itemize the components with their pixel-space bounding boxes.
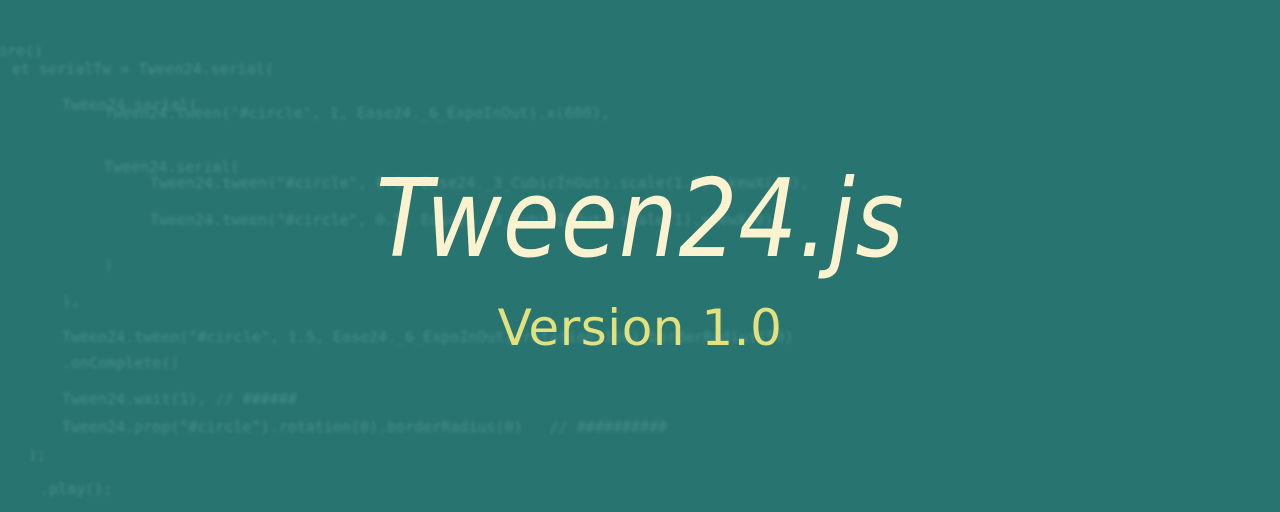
title: Tween24.js	[375, 157, 905, 282]
version-label: Version 1.0	[497, 299, 783, 357]
hero-banner: ore() et serialTw = Tween24.serial( Twee…	[0, 0, 1280, 512]
